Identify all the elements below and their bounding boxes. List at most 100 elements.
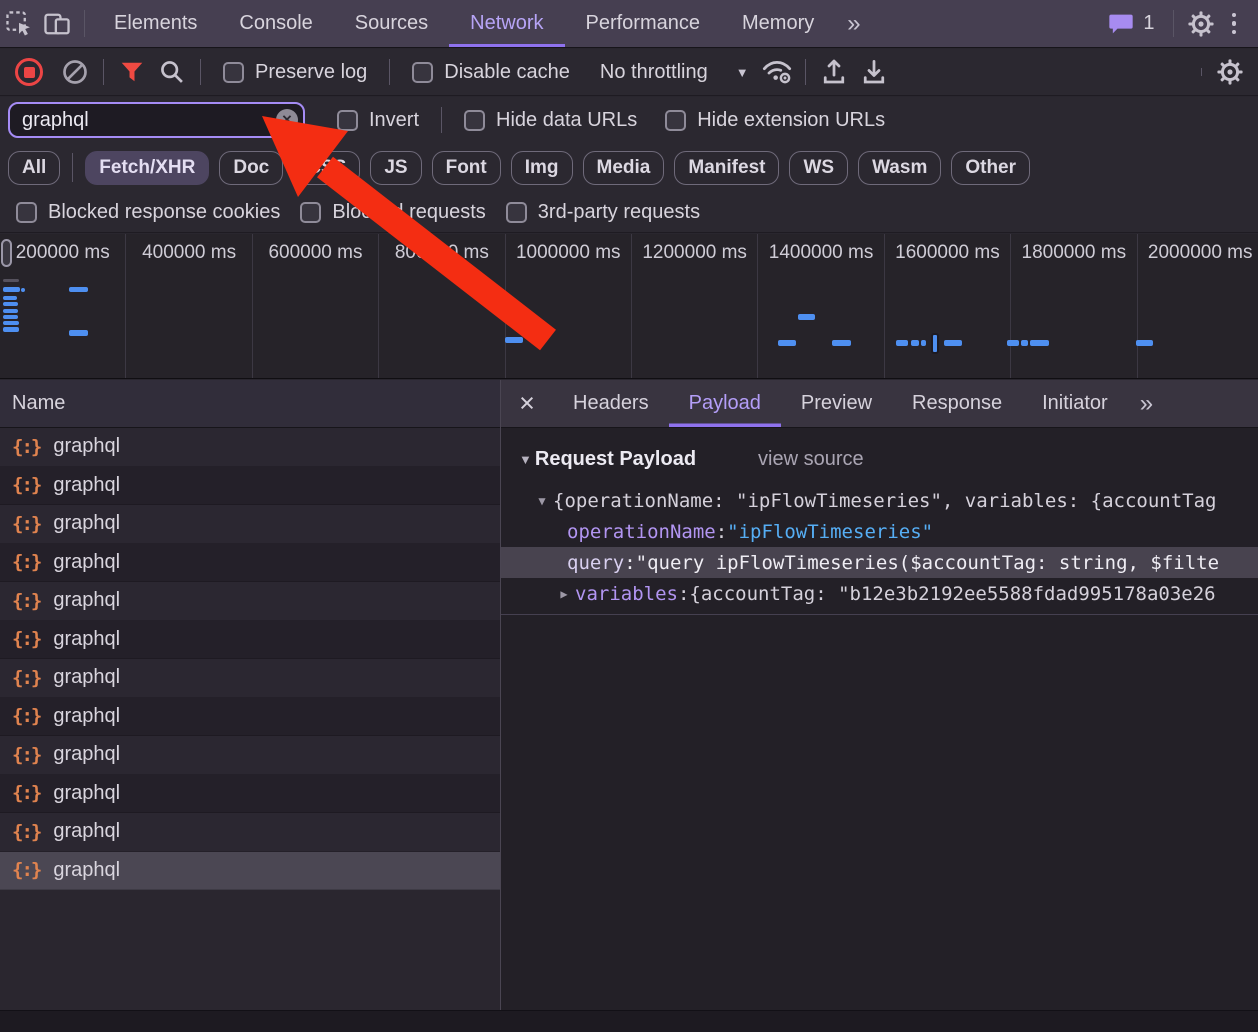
- device-toolbar-button[interactable]: [38, 0, 76, 47]
- detail-tab[interactable]: Payload: [669, 380, 781, 427]
- waterfall-bar[interactable]: [3, 321, 19, 325]
- waterfall-bar[interactable]: [1136, 340, 1153, 346]
- waterfall-bar[interactable]: [832, 340, 851, 346]
- waterfall-bar[interactable]: [911, 340, 919, 346]
- request-row[interactable]: {:} graphql: [0, 544, 500, 583]
- waterfall-bar[interactable]: [931, 333, 939, 354]
- waterfall-bar[interactable]: [798, 314, 815, 320]
- request-payload-section[interactable]: ▼ Request Payload view source: [501, 441, 1258, 477]
- type-chip[interactable]: Doc: [219, 151, 283, 185]
- tabbar-right-controls: 1: [1097, 0, 1258, 47]
- waterfall-bar[interactable]: [1021, 340, 1028, 346]
- hide-extension-urls-checkbox[interactable]: [665, 110, 686, 131]
- main-tab[interactable]: Console: [218, 0, 333, 47]
- chip-all[interactable]: All: [8, 151, 60, 185]
- throttling-select[interactable]: No throttling ▼: [600, 61, 749, 84]
- waterfall-bar[interactable]: [921, 340, 926, 346]
- payload-query-line-selected[interactable]: query: "query ipFlowTimeseries($accountT…: [501, 547, 1258, 578]
- issues-button[interactable]: 1: [1107, 10, 1154, 38]
- waterfall-bar[interactable]: [944, 340, 962, 346]
- name-column-header[interactable]: Name: [0, 380, 500, 428]
- record-network-log-button[interactable]: [15, 58, 43, 86]
- request-row[interactable]: {:} graphql: [0, 621, 500, 660]
- request-row[interactable]: {:} graphql: [0, 736, 500, 775]
- waterfall-bar[interactable]: [3, 309, 18, 313]
- export-har-button[interactable]: [854, 57, 894, 87]
- type-chip[interactable]: Other: [951, 151, 1030, 185]
- extra-filter-checkbox[interactable]: [506, 202, 527, 223]
- type-chip[interactable]: Fetch/XHR: [85, 151, 209, 185]
- waterfall-bar[interactable]: [3, 302, 18, 306]
- invert-checkbox[interactable]: [337, 110, 358, 131]
- payload-summary-line[interactable]: ▼ {operationName: "ipFlowTimeseries", va…: [501, 485, 1258, 516]
- main-tab[interactable]: Performance: [565, 0, 722, 47]
- waterfall-bar[interactable]: [69, 330, 88, 336]
- hide-data-urls-checkbox[interactable]: [464, 110, 485, 131]
- filter-button[interactable]: [112, 59, 152, 85]
- settings-button[interactable]: [1182, 10, 1220, 38]
- inspect-element-button[interactable]: [0, 0, 38, 47]
- type-chip[interactable]: Font: [432, 151, 501, 185]
- main-tab[interactable]: Memory: [721, 0, 835, 47]
- detail-tab[interactable]: Response: [892, 380, 1022, 427]
- request-row[interactable]: {:} graphql: [0, 582, 500, 621]
- waterfall-bar[interactable]: [3, 287, 20, 292]
- device-toolbar-icon: [42, 9, 72, 39]
- view-source-link[interactable]: view source: [758, 448, 864, 471]
- menu-button[interactable]: [1220, 13, 1249, 35]
- type-chip[interactable]: JS: [370, 151, 421, 185]
- request-row[interactable]: {:} graphql: [0, 505, 500, 544]
- waterfall-bar[interactable]: [778, 340, 796, 346]
- search-button[interactable]: [152, 58, 192, 86]
- disable-cache-checkbox[interactable]: [412, 62, 433, 83]
- network-overview-timeline[interactable]: 200000 ms400000 ms600000 ms800000 ms1000…: [0, 234, 1258, 379]
- detail-tab[interactable]: Headers: [553, 380, 669, 427]
- type-chip[interactable]: CSS: [293, 151, 360, 185]
- type-chip[interactable]: WS: [789, 151, 848, 185]
- request-row[interactable]: {:} graphql: [0, 852, 500, 891]
- payload-operation-line[interactable]: operationName: "ipFlowTimeseries": [501, 516, 1258, 547]
- network-conditions-button[interactable]: [757, 56, 797, 88]
- close-details-button[interactable]: ×: [501, 380, 553, 427]
- type-chip[interactable]: Media: [583, 151, 665, 185]
- preserve-log-checkbox[interactable]: [223, 62, 244, 83]
- main-tab[interactable]: Sources: [334, 0, 449, 47]
- type-chip[interactable]: Manifest: [674, 151, 779, 185]
- waterfall-bar[interactable]: [896, 340, 908, 346]
- waterfall-bar[interactable]: [1007, 340, 1019, 346]
- waterfall-bar[interactable]: [505, 337, 523, 343]
- import-har-button[interactable]: [814, 57, 854, 87]
- request-row[interactable]: {:} graphql: [0, 659, 500, 698]
- timeline-tick: 1400000 ms: [758, 234, 884, 378]
- clear-network-log-button[interactable]: [55, 58, 95, 86]
- request-row[interactable]: {:} graphql: [0, 467, 500, 506]
- more-detail-tabs-button[interactable]: »: [1128, 380, 1165, 427]
- main-tab[interactable]: Elements: [93, 0, 218, 47]
- waterfall-bar[interactable]: [3, 296, 17, 300]
- request-row[interactable]: {:} graphql: [0, 775, 500, 814]
- waterfall-bar[interactable]: [3, 327, 19, 332]
- type-chip[interactable]: Wasm: [858, 151, 941, 185]
- waterfall-bar[interactable]: [69, 287, 88, 292]
- detail-tab[interactable]: Preview: [781, 380, 892, 427]
- more-tabs-button[interactable]: »: [835, 0, 872, 47]
- request-type-filters: All Fetch/XHR Doc CSS JS Font Img Media Manifes…: [0, 143, 1258, 192]
- filter-input[interactable]: [8, 102, 305, 138]
- payload-variables-line[interactable]: ▶ variables: {accountTag: "b12e3b2192ee5…: [501, 578, 1258, 609]
- timeline-brush-handle[interactable]: [1, 239, 12, 267]
- waterfall-bar[interactable]: [21, 288, 25, 292]
- clear-filter-button[interactable]: ×: [276, 109, 298, 131]
- request-row[interactable]: {:} graphql: [0, 698, 500, 737]
- detail-tab[interactable]: Initiator: [1022, 380, 1128, 427]
- waterfall-bar[interactable]: [1030, 340, 1049, 346]
- main-tab[interactable]: Network: [449, 0, 564, 47]
- search-icon: [158, 58, 186, 86]
- request-row[interactable]: {:} graphql: [0, 428, 500, 467]
- waterfall-bar[interactable]: [3, 279, 19, 282]
- extra-filter-checkbox[interactable]: [16, 202, 37, 223]
- waterfall-bar[interactable]: [3, 315, 18, 319]
- request-row[interactable]: {:} graphql: [0, 813, 500, 852]
- extra-filter-checkbox[interactable]: [300, 202, 321, 223]
- network-settings-button[interactable]: [1210, 58, 1250, 86]
- type-chip[interactable]: Img: [511, 151, 573, 185]
